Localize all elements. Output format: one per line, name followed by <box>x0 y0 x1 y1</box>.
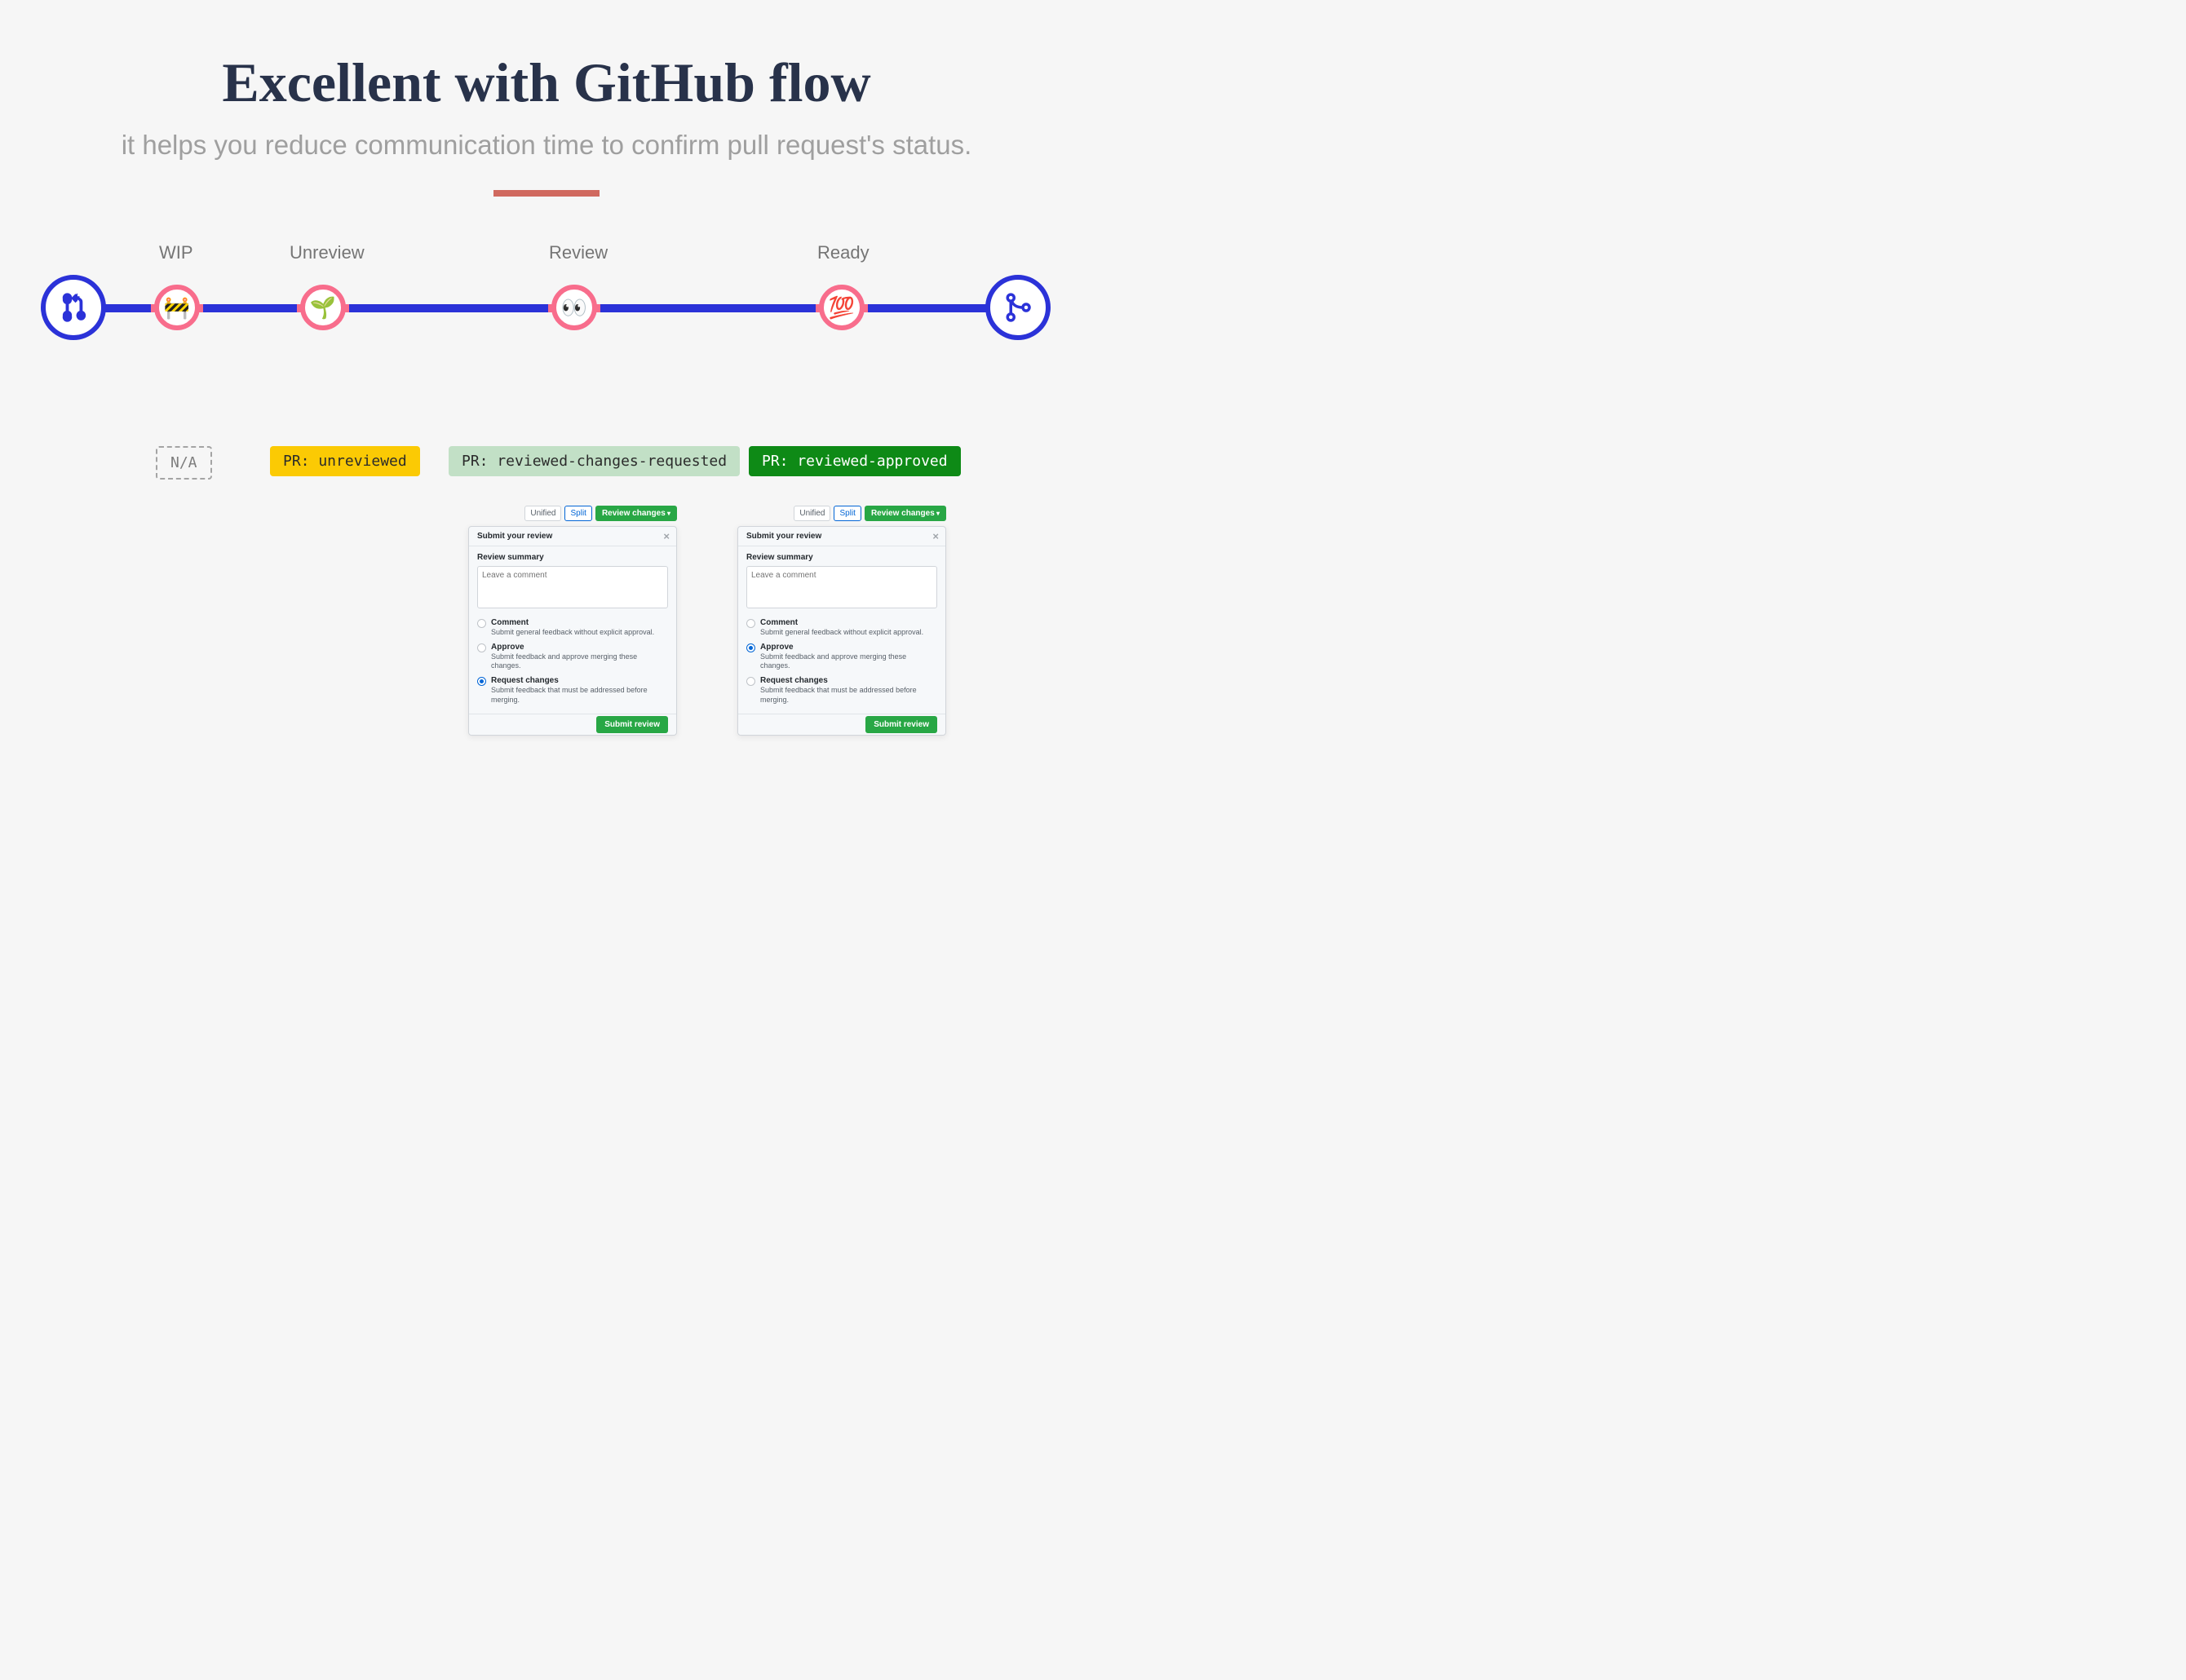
radio-icon <box>477 677 486 686</box>
review-dropdown-footer: Submit review <box>469 714 676 735</box>
flow-line <box>600 304 816 312</box>
option-desc: Submit general feedback without explicit… <box>760 628 923 638</box>
stage-icon-unreview: 🌱 <box>300 285 346 330</box>
radio-icon <box>746 619 755 628</box>
review-comment-textarea[interactable] <box>746 566 937 608</box>
review-dropdown-header: Submit your review × <box>469 527 676 546</box>
construction-icon: 🚧 <box>164 297 190 318</box>
stage-label-review: Review <box>549 242 608 263</box>
review-comment-textarea[interactable] <box>477 566 668 608</box>
badge-na: N/A <box>156 446 212 480</box>
unified-tab[interactable]: Unified <box>794 506 830 521</box>
badge-changes-requested: PR: reviewed-changes-requested <box>449 446 740 476</box>
review-changes-button[interactable]: Review changes <box>595 506 677 521</box>
review-dropdown-title: Submit your review <box>746 532 821 541</box>
merge-icon <box>985 275 1051 340</box>
radio-icon <box>746 677 755 686</box>
flow-line <box>349 304 548 312</box>
review-dropdown-title: Submit your review <box>477 532 552 541</box>
badge-row: N/A PR: unreviewed PR: reviewed-changes-… <box>0 446 1093 479</box>
review-options: Comment Submit general feedback without … <box>746 616 937 707</box>
option-title: Request changes <box>491 676 668 685</box>
option-comment[interactable]: Comment Submit general feedback without … <box>477 616 668 640</box>
option-desc: Submit feedback that must be addressed b… <box>760 686 937 705</box>
radio-icon <box>477 643 486 652</box>
option-comment[interactable]: Comment Submit general feedback without … <box>746 616 937 640</box>
review-panel-approve: Unified Split Review changes Submit your… <box>737 503 946 736</box>
review-panel-tabs: Unified Split Review changes <box>468 503 677 523</box>
review-dropdown: Submit your review × Review summary Comm… <box>468 526 677 736</box>
stage-label-ready: Ready <box>817 242 870 263</box>
option-approve[interactable]: Approve Submit feedback and approve merg… <box>746 640 937 674</box>
option-desc: Submit feedback and approve merging thes… <box>760 652 937 671</box>
review-dropdown-body: Review summary Comment Submit general fe… <box>738 546 945 714</box>
review-options: Comment Submit general feedback without … <box>477 616 668 707</box>
stage-icon-review: 👀 <box>551 285 597 330</box>
pull-request-icon <box>41 275 106 340</box>
review-changes-button[interactable]: Review changes <box>865 506 946 521</box>
seedling-icon: 🌱 <box>310 297 336 318</box>
option-approve[interactable]: Approve Submit feedback and approve merg… <box>477 640 668 674</box>
option-title: Approve <box>491 643 668 652</box>
option-title: Comment <box>760 618 923 627</box>
review-dropdown-header: Submit your review × <box>738 527 945 546</box>
hundred-icon: 💯 <box>829 297 855 318</box>
option-desc: Submit feedback and approve merging thes… <box>491 652 668 671</box>
close-icon[interactable]: × <box>932 530 939 542</box>
close-icon[interactable]: × <box>663 530 670 542</box>
page-title: Excellent with GitHub flow <box>0 51 1093 115</box>
review-dropdown: Submit your review × Review summary Comm… <box>737 526 946 736</box>
flow-line <box>102 304 151 312</box>
title-divider <box>493 190 600 197</box>
radio-icon <box>746 643 755 652</box>
stage-icon-ready: 💯 <box>819 285 865 330</box>
review-dropdown-footer: Submit review <box>738 714 945 735</box>
stage-label-unreview: Unreview <box>290 242 365 263</box>
page-subtitle: it helps you reduce communication time t… <box>0 130 1093 161</box>
flow-canvas: WIP Unreview Review Ready 🚧 � <box>0 242 1093 373</box>
review-summary-label: Review summary <box>746 553 937 562</box>
radio-icon <box>477 619 486 628</box>
badge-unreviewed: PR: unreviewed <box>270 446 420 476</box>
stage-label-wip: WIP <box>159 242 193 263</box>
review-panel-request: Unified Split Review changes Submit your… <box>468 503 677 736</box>
page: Excellent with GitHub flow it helps you … <box>0 51 1093 891</box>
submit-review-button[interactable]: Submit review <box>865 716 937 733</box>
option-title: Request changes <box>760 676 937 685</box>
eyes-icon: 👀 <box>561 297 587 318</box>
split-tab[interactable]: Split <box>834 506 861 521</box>
option-desc: Submit feedback that must be addressed b… <box>491 686 668 705</box>
split-tab[interactable]: Split <box>564 506 591 521</box>
option-request-changes[interactable]: Request changes Submit feedback that mus… <box>746 674 937 707</box>
review-summary-label: Review summary <box>477 553 668 562</box>
option-desc: Submit general feedback without explicit… <box>491 628 654 638</box>
review-panel-tabs: Unified Split Review changes <box>737 503 946 523</box>
badge-approved: PR: reviewed-approved <box>749 446 961 476</box>
unified-tab[interactable]: Unified <box>524 506 561 521</box>
stage-icon-wip: 🚧 <box>154 285 200 330</box>
option-request-changes[interactable]: Request changes Submit feedback that mus… <box>477 674 668 707</box>
option-title: Approve <box>760 643 937 652</box>
option-title: Comment <box>491 618 654 627</box>
flow-line <box>203 304 297 312</box>
submit-review-button[interactable]: Submit review <box>596 716 668 733</box>
flow-line <box>868 304 989 312</box>
review-dropdown-body: Review summary Comment Submit general fe… <box>469 546 676 714</box>
